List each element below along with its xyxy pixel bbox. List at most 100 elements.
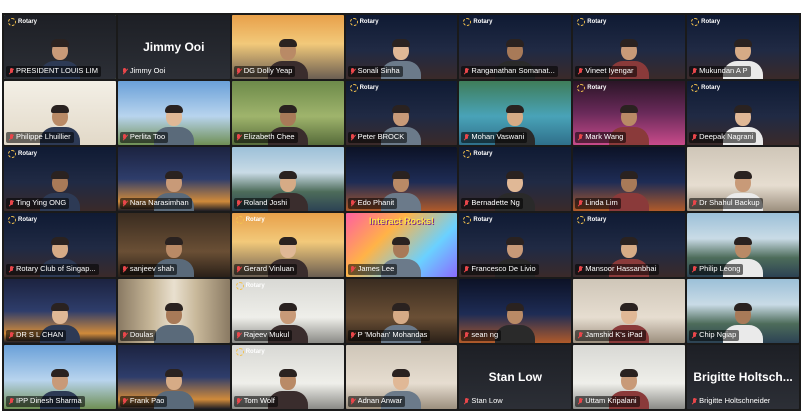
participant-tile[interactable]: Perlita Too (117, 81, 230, 145)
mic-muted-icon (577, 133, 583, 142)
rotary-wheel-icon (463, 216, 472, 224)
rotary-logo: Rotary (8, 18, 37, 26)
participant-tile[interactable]: Rotary Peter BROCK (345, 81, 458, 145)
participant-name-label: Jamshid K's iPad (575, 330, 646, 341)
participant-tile[interactable]: Interact Rocks! James Lee (345, 213, 458, 277)
participant-name: Francesco De Livio (471, 265, 536, 274)
participant-name-label: Peter BROCK (347, 132, 408, 143)
participant-tile[interactable]: Rotary Mukundan A P (687, 15, 799, 79)
rotary-logo-text: Rotary (359, 19, 379, 25)
mic-muted-icon (122, 133, 128, 142)
rotary-wheel-icon (235, 348, 244, 356)
participant-name-label: Adnan Anwar (347, 396, 406, 407)
participant-tile[interactable]: Jamshid K's iPad (573, 279, 686, 343)
participant-tile[interactable]: Rotary Sonali Sinha (345, 15, 458, 79)
participant-name-label: sean ng (461, 330, 502, 341)
rotary-logo-text: Rotary (701, 85, 721, 91)
rotary-wheel-icon (577, 216, 586, 224)
participant-tile[interactable]: Stan Low Stan Low (459, 345, 572, 409)
rotary-logo: Rotary (235, 282, 265, 290)
video-gallery: Rotary PRESIDENT LOUIS LIM Jimmy Ooi Jimmy … (2, 13, 801, 411)
participant-name: IPP Dinesh Sharma (16, 397, 82, 406)
participant-tile[interactable]: Rotary Gerard Vinluan (231, 213, 344, 277)
rotary-wheel-icon (8, 18, 16, 26)
rotary-logo-text: Rotary (245, 217, 265, 223)
participant-tile[interactable]: Rotary Rotary Club of Singap... (4, 213, 116, 277)
participant-tile[interactable]: Mohan Vaswani (459, 81, 572, 145)
rotary-wheel-icon (349, 84, 358, 92)
participant-tile[interactable]: Elizabeth Chee (231, 81, 344, 145)
participant-tile[interactable]: Jimmy Ooi Jimmy Ooi (117, 15, 230, 79)
mic-muted-icon (463, 265, 469, 274)
participant-name: Rotary Club of Singap... (16, 265, 96, 274)
participant-tile[interactable]: Dr Shahul Backup (687, 147, 799, 211)
participant-name-label: Vineet Iyengar (575, 66, 637, 77)
mic-muted-icon (691, 67, 697, 76)
participant-tile[interactable]: Chip Ngiap (687, 279, 799, 343)
participant-tile[interactable]: DG Dolly Yeap (231, 15, 344, 79)
rotary-logo-text: Rotary (18, 151, 38, 157)
participant-tile[interactable]: sean ng (459, 279, 572, 343)
participant-name: sanjeev shah (129, 265, 175, 274)
participant-name-label: Francesco De Livio (461, 264, 539, 275)
mic-muted-icon (577, 67, 583, 76)
rotary-wheel-icon (235, 282, 244, 290)
mic-muted-icon (350, 265, 356, 274)
participant-tile[interactable]: Doulas (117, 279, 230, 343)
participant-tile[interactable]: Rotary Mansoor Hassanbhai (573, 213, 686, 277)
participant-tile[interactable]: Philip Leong (687, 213, 799, 277)
participant-tile[interactable]: Rotary Mark Wang (573, 81, 686, 145)
participant-tile[interactable]: Brigitte Holtsch... Brigitte Holtschneide… (687, 345, 799, 409)
rotary-wheel-icon (463, 150, 472, 158)
participant-name-label: Frank Pao (119, 396, 168, 407)
participant-name: Doulas (129, 331, 154, 340)
mic-muted-icon (463, 133, 469, 142)
participant-name: Vineet Iyengar (585, 67, 634, 76)
participant-tile[interactable]: Linda Lim (573, 147, 686, 211)
participant-tile[interactable]: Rotary PRESIDENT LOUIS LIM (4, 15, 116, 79)
participant-name: Linda Lim (585, 199, 618, 208)
participant-tile[interactable]: IPP Dinesh Sharma (4, 345, 116, 409)
participant-tile[interactable]: Uttam Kripalani (573, 345, 686, 409)
participant-name: Jamshid K's iPad (585, 331, 643, 340)
participant-tile[interactable]: Rotary Vineet Iyengar (573, 15, 686, 79)
participant-tile[interactable]: P 'Mohan' Mohandas (345, 279, 458, 343)
participant-tile[interactable]: DR S L CHAN (4, 279, 116, 343)
participant-name: Jimmy Ooi (129, 67, 166, 76)
participant-tile[interactable]: Edo Phanit (345, 147, 458, 211)
mic-muted-icon (236, 199, 242, 208)
participant-name-label: James Lee (347, 264, 398, 275)
participant-tile[interactable]: Roland Joshi (231, 147, 344, 211)
participant-name: Elizabeth Chee (243, 133, 295, 142)
mic-muted-icon (691, 265, 697, 274)
participant-tile[interactable]: Rotary Tom Wolf (231, 345, 344, 409)
rotary-logo: Rotary (577, 84, 606, 92)
participant-name-label: Elizabeth Chee (233, 132, 298, 143)
participant-name: Mohan Vaswani (471, 133, 525, 142)
participant-name-label: Bernadette Ng (461, 198, 523, 209)
rotary-wheel-icon (8, 216, 16, 224)
participant-name: Ranganathan Somanat... (471, 67, 555, 76)
participant-tile[interactable]: Philippe Lhuillier (4, 81, 116, 145)
participant-name-label: Tom Wolf (233, 396, 278, 407)
participant-name-label: Mukundan A P (689, 66, 751, 77)
participant-name: Perlita Too (129, 133, 166, 142)
participant-tile[interactable]: Rotary Deepak Nagrani (687, 81, 799, 145)
participant-tile[interactable]: Rotary Ranganathan Somanat... (459, 15, 572, 79)
mic-muted-icon (691, 133, 697, 142)
participant-tile[interactable]: Rotary Bernadette Ng (459, 147, 572, 211)
mic-muted-icon (236, 397, 242, 406)
participant-tile[interactable]: Rotary Ting Ying ONG (4, 147, 116, 211)
participant-tile[interactable]: sanjeev shah (117, 213, 230, 277)
participant-name: PRESIDENT LOUIS LIM (16, 67, 98, 76)
participant-name: Adnan Anwar (357, 397, 403, 406)
participant-tile[interactable]: Rotary Francesco De Livio (459, 213, 572, 277)
rotary-logo-text: Rotary (18, 217, 38, 223)
mic-muted-icon (8, 133, 14, 142)
participant-tile[interactable]: Rotary Rajeev Mukul (231, 279, 344, 343)
participant-name: Stan Low (471, 397, 503, 406)
participant-tile[interactable]: Frank Pao (117, 345, 230, 409)
rotary-logo: Rotary (349, 18, 379, 26)
participant-tile[interactable]: Nara Narasimhan (117, 147, 230, 211)
participant-tile[interactable]: Adnan Anwar (345, 345, 458, 409)
